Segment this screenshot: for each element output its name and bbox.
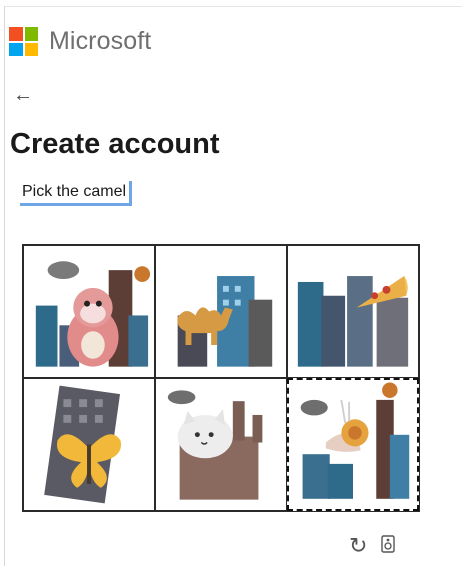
captcha-tile-snail[interactable] bbox=[287, 378, 419, 511]
page-title: Create account bbox=[10, 128, 220, 160]
microsoft-logo: Microsoft bbox=[9, 27, 151, 56]
audio-challenge-icon[interactable] bbox=[381, 535, 396, 557]
cat-city-image bbox=[167, 390, 263, 500]
captcha-tile-monkey[interactable] bbox=[23, 245, 155, 378]
captcha-tile-camel[interactable] bbox=[155, 245, 287, 378]
captcha-controls: ↻ bbox=[349, 535, 396, 557]
microsoft-logo-icon bbox=[9, 27, 38, 56]
captcha-grid bbox=[22, 244, 420, 512]
back-arrow-icon[interactable]: ← bbox=[13, 84, 33, 107]
refresh-icon[interactable]: ↻ bbox=[349, 535, 367, 557]
captcha-tile-cat[interactable] bbox=[155, 378, 287, 511]
speaker-box-icon bbox=[381, 535, 396, 553]
captcha-tile-pizza[interactable] bbox=[287, 245, 419, 378]
challenge-prompt: Pick the camel bbox=[20, 181, 133, 206]
pizza-city-image bbox=[297, 276, 409, 367]
snail-city-image bbox=[300, 382, 410, 499]
monkey-city-image bbox=[35, 261, 151, 367]
captcha-tile-butterfly[interactable] bbox=[23, 378, 155, 511]
brand-name: Microsoft bbox=[49, 27, 152, 55]
butterfly-city-image bbox=[44, 385, 122, 504]
camel-city-image bbox=[177, 276, 273, 367]
